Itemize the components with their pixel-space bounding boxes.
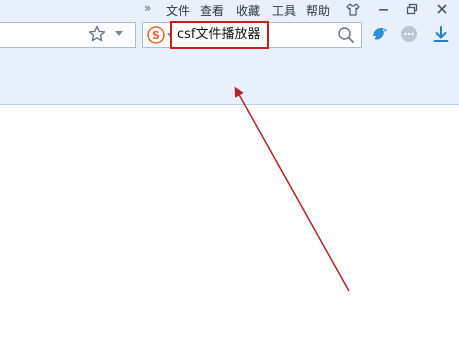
star-icon[interactable]: [87, 24, 107, 44]
menu-item-view[interactable]: 查看: [200, 2, 224, 19]
menu-item-tools[interactable]: 工具: [272, 2, 296, 19]
menu-item-help[interactable]: 帮助: [306, 2, 330, 19]
browser-chrome: » 文件 查看 收藏 工具 帮助 S csf文件播放器: [0, 0, 459, 105]
search-input[interactable]: csf文件播放器: [170, 21, 269, 49]
browser-window: » 文件 查看 收藏 工具 帮助 S csf文件播放器: [0, 0, 459, 344]
address-bar[interactable]: [0, 22, 136, 48]
close-icon: [437, 4, 447, 14]
search-icon[interactable]: [337, 26, 355, 44]
page-content: [0, 105, 459, 344]
minimize-button[interactable]: [373, 0, 395, 18]
download-icon[interactable]: [431, 24, 451, 44]
menu-overflow-button[interactable]: »: [144, 1, 151, 15]
restore-button[interactable]: [401, 0, 423, 18]
more-icon[interactable]: [399, 24, 419, 44]
bird-icon[interactable]: [370, 24, 390, 44]
menu-bar: » 文件 查看 收藏 工具 帮助: [0, 0, 459, 20]
skin-button[interactable]: [342, 0, 364, 18]
sogou-icon[interactable]: S: [147, 26, 165, 44]
menu-item-file[interactable]: 文件: [166, 2, 190, 19]
chevron-down-icon[interactable]: [115, 31, 123, 36]
restore-icon: [406, 3, 418, 15]
close-button[interactable]: [431, 0, 453, 18]
menu-item-favorites[interactable]: 收藏: [236, 2, 260, 19]
search-box: S csf文件播放器: [142, 21, 362, 49]
svg-text:S: S: [152, 29, 160, 42]
minimize-icon: [379, 9, 388, 11]
skin-icon: [346, 2, 360, 16]
